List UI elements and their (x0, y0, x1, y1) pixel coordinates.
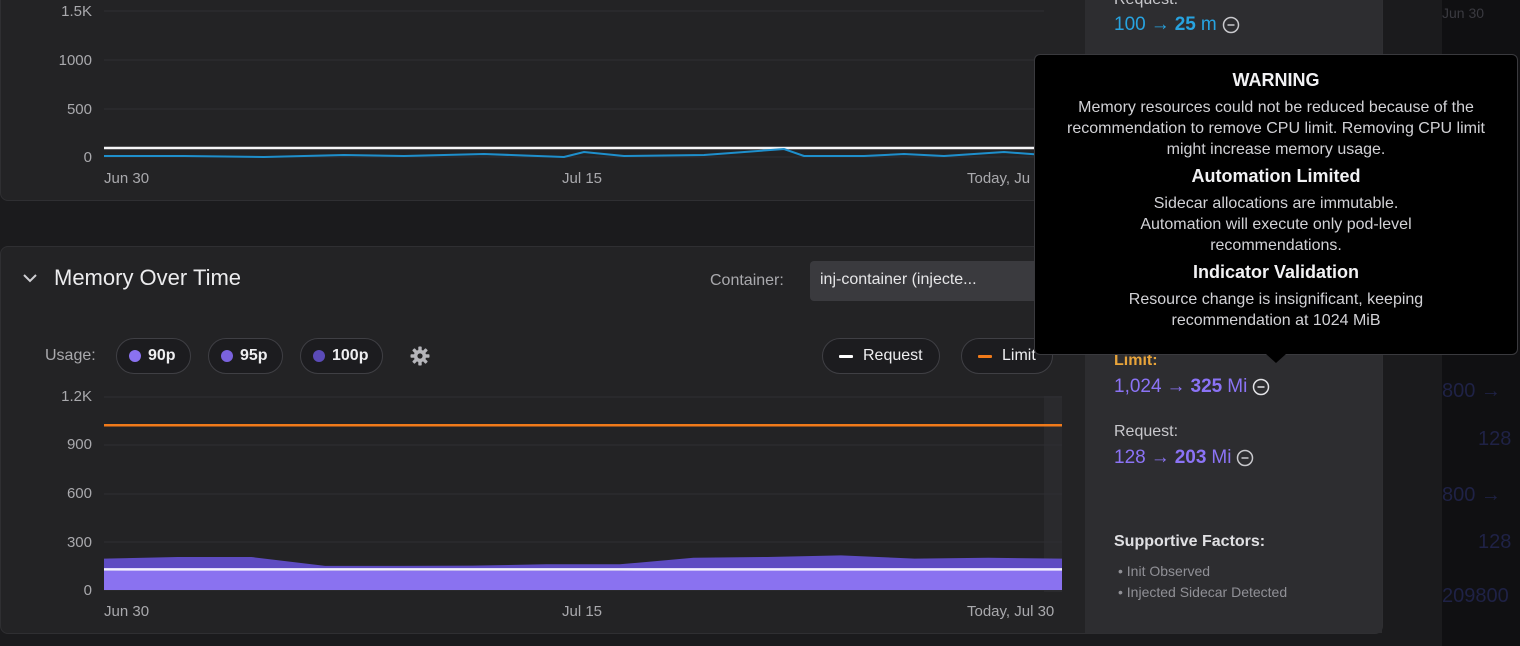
usage-pill-95p[interactable]: 95p (208, 338, 283, 374)
cpu-request-to: 25 (1174, 14, 1196, 35)
memory-section-header[interactable]: Memory Over Time (20, 265, 241, 291)
mem-limit-value: 1,024 → 325 Mi (1114, 376, 1270, 398)
faded-text: 800 → (1442, 380, 1501, 402)
arrow-right-icon: → (1166, 376, 1186, 397)
remove-circle-icon[interactable] (1252, 378, 1270, 396)
usage-pill-100p[interactable]: 100p (300, 338, 384, 374)
cpu-request-unit: m (1200, 14, 1217, 35)
factor-text: Init Observed (1126, 563, 1211, 579)
legend-request[interactable]: Request (822, 338, 940, 374)
mem-request-unit: Mi (1211, 447, 1232, 468)
pill-label: 95p (240, 347, 268, 364)
mem-request-value: 128 → 203 Mi (1114, 447, 1254, 469)
cpu-xtick: Today, Ju (967, 170, 1031, 187)
mem-xtick: Jul 15 (562, 603, 603, 620)
tooltip-indicator-title: Indicator Validation (1192, 262, 1360, 282)
legend-label: Request (863, 347, 923, 364)
mem-xtick: Jun 30 (104, 603, 150, 620)
remove-circle-icon[interactable] (1236, 449, 1254, 467)
mem-limit-unit: Mi (1227, 376, 1248, 397)
legend-label: Limit (1002, 347, 1036, 364)
cpu-chart (104, 10, 1045, 159)
factor-text: Injected Sidecar Detected (1126, 584, 1288, 600)
tooltip-automation-line: Sidecar allocations are immutable. (1153, 195, 1399, 212)
usage-label: Usage: (45, 347, 96, 364)
container-select[interactable]: inj-container (injecte... (810, 261, 1050, 301)
pill-label: 100p (332, 347, 369, 364)
series-color-dot (221, 350, 233, 362)
faded-text: 800 → (1442, 484, 1501, 506)
mem-limit-to: 325 (1190, 376, 1223, 397)
tooltip-arrow (1266, 354, 1286, 363)
faded-text: Jun 30 (1442, 5, 1485, 21)
memory-title: Memory Over Time (54, 265, 242, 290)
cpu-request-value: 100 → 25 m (1114, 14, 1240, 36)
faded-text: 128 (1478, 428, 1512, 450)
limit-line-swatch (978, 354, 992, 358)
gear-icon[interactable] (409, 345, 431, 367)
mem-request-label: Request: (1114, 423, 1179, 440)
mem-xtick: Today, Jul 30 (967, 603, 1055, 620)
usage-pill-90p[interactable]: 90p (116, 338, 191, 374)
mem-request-from: 128 (1114, 447, 1146, 468)
chevron-down-icon[interactable] (20, 268, 40, 288)
faded-text: 209800 (1442, 585, 1509, 607)
mem-ytick: 900 (66, 436, 92, 453)
tooltip-automation-title: Automation Limited (1191, 166, 1361, 186)
request-line-swatch (839, 354, 853, 358)
series-color-dot (129, 350, 141, 362)
mem-ytick: 1.2K (61, 388, 92, 405)
mem-ytick: 300 (66, 534, 92, 551)
series-color-dot (313, 350, 325, 362)
cpu-request-from: 100 (1114, 14, 1146, 35)
memory-chart (104, 396, 1062, 592)
tooltip-automation-line: Automation will execute only pod-level r… (1140, 216, 1412, 254)
cpu-ytick: 1.5K (61, 3, 92, 20)
tooltip-indicator-text: Resource change is insignificant, keepin… (1128, 291, 1424, 329)
cpu-request-label: Request: (1114, 0, 1178, 9)
cpu-ytick: 0 (83, 149, 92, 166)
cpu-xtick: Jul 15 (562, 170, 603, 187)
faded-text: 128 (1478, 531, 1512, 553)
mem-request-to: 203 (1174, 447, 1207, 468)
supportive-factor: • Init Observed (1118, 563, 1211, 579)
mem-limit-from: 1,024 (1114, 376, 1162, 397)
remove-circle-icon[interactable] (1222, 16, 1240, 34)
tooltip-automation-text: Sidecar allocations are immutable. Autom… (1035, 193, 1517, 256)
usage-90p-area (104, 569, 1062, 590)
cpu-ytick: 500 (66, 101, 92, 118)
mem-ytick: 0 (83, 582, 92, 599)
container-label: Container: (710, 272, 784, 289)
mem-ytick: 600 (66, 485, 92, 502)
supportive-factor: • Injected Sidecar Detected (1118, 584, 1288, 600)
cpu-ytick: 1000 (58, 52, 92, 69)
cpu-xtick: Jun 30 (104, 170, 150, 187)
supportive-factors-title: Supportive Factors: (1114, 533, 1266, 550)
arrow-right-icon: → (1150, 14, 1170, 35)
recommendation-tooltip: WARNING Memory resources could not be re… (1034, 54, 1518, 363)
pill-label: 90p (148, 347, 176, 364)
arrow-right-icon: → (1150, 447, 1170, 468)
tooltip-warning-text: Memory resources could not be reduced be… (1067, 99, 1485, 158)
cpu-usage-line (104, 147, 1045, 159)
tooltip-warning-title: WARNING (1232, 70, 1320, 90)
